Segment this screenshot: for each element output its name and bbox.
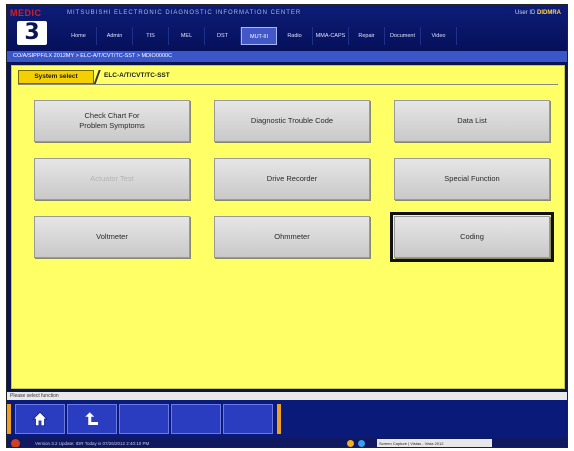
status-bar: Please select function	[7, 392, 567, 400]
nav-tab-document[interactable]: Document	[385, 27, 421, 45]
ohmmeter-button[interactable]: Ohmmeter	[214, 216, 370, 258]
toolbar-slot-empty-3	[223, 404, 273, 434]
bottom-toolbar	[7, 400, 567, 438]
tab-system-select[interactable]: System select	[18, 70, 94, 84]
os-taskbar: Version 3.2 Update: IDR Today is 07/26/2…	[7, 438, 567, 447]
header-bar: MEDIC MITSUBISHI ELECTRONIC DIAGNOSTIC I…	[7, 5, 567, 51]
nav-tab-tis[interactable]: TIS	[133, 27, 169, 45]
nav-tab-radio[interactable]: Radio	[277, 27, 313, 45]
version-info: Version 3.2 Update: IDR Today is 07/26/2…	[35, 441, 150, 446]
coding-button[interactable]: Coding	[390, 212, 554, 262]
version-badge: 3	[17, 21, 47, 45]
home-button[interactable]	[15, 404, 65, 434]
toolbar-slot-empty-2	[171, 404, 221, 434]
nav-tab-dst[interactable]: DST	[205, 27, 241, 45]
breadcrumb: CO/A/SIPPF/LX 2012MY > ELC-A/T/CVT/TC-SS…	[7, 51, 567, 62]
tab-divider	[18, 84, 558, 85]
nav-tab-video[interactable]: Video	[421, 27, 457, 45]
toolbar-slot-empty-1	[119, 404, 169, 434]
tray-app-icon[interactable]	[347, 440, 354, 447]
tray-tooltip: Screen Capture | Vistas - Vista 2012	[377, 439, 492, 447]
nav-tab-mel[interactable]: MEL	[169, 27, 205, 45]
data-list-button[interactable]: Data List	[394, 100, 550, 142]
main-nav: Home Admin TIS MEL DST MUT-III Radio MMA…	[61, 27, 457, 45]
app-logo: MEDIC	[10, 8, 42, 18]
tray-icons	[347, 440, 365, 447]
tab-current-system: ELC-A/T/CVT/TC-SST	[104, 72, 170, 79]
panel-tabs: System select ELC-A/T/CVT/TC-SST	[18, 70, 170, 84]
app-window: MEDIC MITSUBISHI ELECTRONIC DIAGNOSTIC I…	[6, 4, 568, 448]
nav-tab-admin[interactable]: Admin	[97, 27, 133, 45]
nav-tab-repair[interactable]: Repair	[349, 27, 385, 45]
drive-recorder-button[interactable]: Drive Recorder	[214, 158, 370, 200]
user-id: User ID DIDMRA	[514, 10, 561, 16]
actuator-test-button: Actuator Test	[34, 158, 190, 200]
toolbar-edge-marker	[7, 404, 11, 434]
nav-tab-mma-caps[interactable]: MMA-CAPS	[313, 27, 349, 45]
check-chart-button[interactable]: Check Chart For Problem Symptoms	[34, 100, 190, 142]
nav-tab-mut[interactable]: MUT-III	[241, 27, 277, 45]
voltmeter-button[interactable]: Voltmeter	[34, 216, 190, 258]
special-function-button[interactable]: Special Function	[394, 158, 550, 200]
tab-separator	[94, 70, 100, 84]
back-button[interactable]	[67, 404, 117, 434]
back-icon	[85, 412, 98, 425]
home-icon	[32, 411, 48, 427]
function-panel: System select ELC-A/T/CVT/TC-SST Check C…	[11, 65, 565, 389]
start-button[interactable]	[11, 439, 20, 447]
nav-tab-home[interactable]: Home	[61, 27, 97, 45]
toolbar-edge-marker	[277, 404, 281, 434]
diagnostic-trouble-code-button[interactable]: Diagnostic Trouble Code	[214, 100, 370, 142]
tray-network-icon[interactable]	[358, 440, 365, 447]
app-title: MITSUBISHI ELECTRONIC DIAGNOSTIC INFORMA…	[67, 10, 302, 16]
